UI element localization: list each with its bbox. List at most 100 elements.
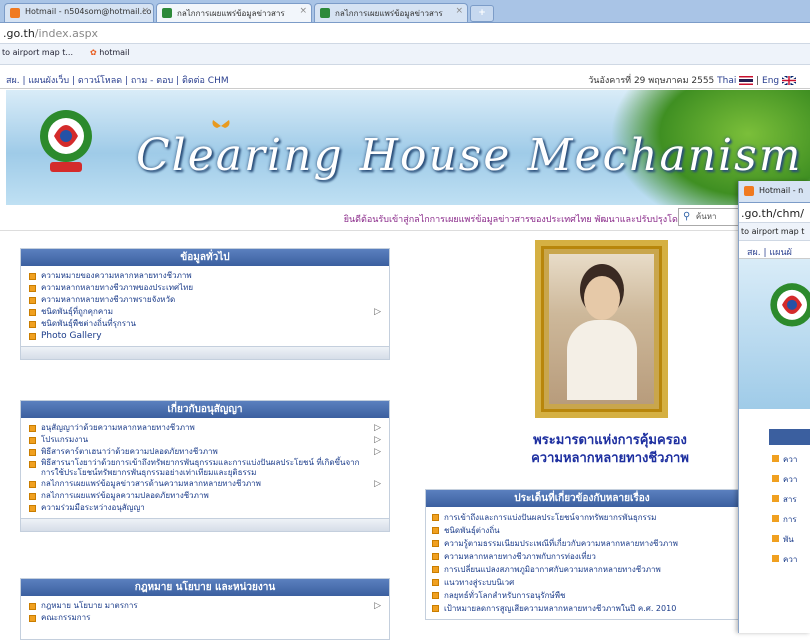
- close-icon[interactable]: ×: [141, 6, 149, 16]
- list-item[interactable]: ความร่วมมือระหว่างอนุสัญญา: [29, 502, 383, 514]
- submenu-arrow-icon[interactable]: ▷: [374, 600, 381, 612]
- portrait-face: [584, 276, 620, 320]
- onep-logo-icon: [770, 283, 810, 327]
- list-item[interactable]: กลยุทธ์ทั่วโลกสำหรับการอนุรักษ์พืช: [432, 589, 732, 602]
- list-item[interactable]: กลไกการเผยแพร่ข้อมูลความปลอดภัยทางชีวภาพ: [29, 490, 383, 502]
- box-title: กฎหมาย นโยบาย และหน่วยงาน: [21, 579, 389, 596]
- favorite-hotmail-label: hotmail: [99, 48, 130, 57]
- list-item[interactable]: ควา: [769, 453, 810, 465]
- list-item[interactable]: ความหลากหลายทางชีวภาพของประเทศไทย: [29, 282, 383, 294]
- list-item-label: การ: [783, 515, 797, 524]
- list-item-label: Photo Gallery: [41, 331, 102, 341]
- box-title: ประเด็นที่เกี่ยวข้องกับหลายเรื่อง: [426, 490, 738, 507]
- list-item[interactable]: สาร: [769, 493, 810, 505]
- new-tab-button[interactable]: +: [470, 5, 494, 22]
- url-text: .go.th/index.aspx: [3, 27, 98, 40]
- second-browser-window[interactable]: Hotmail - n .go.th/chm/ to airport map t…: [738, 181, 810, 633]
- list-item[interactable]: พิธีสารคาร์ตาเฮนาว่าด้วยความปลอดภัยทางชี…: [29, 446, 383, 458]
- royal-portrait[interactable]: [535, 240, 668, 418]
- list-item-label: กลไกการเผยแพร่ข้อมูลความปลอดภัยทางชีวภาพ: [41, 491, 209, 500]
- list-item-label: กฎหมาย นโยบาย มาตรการ: [41, 601, 138, 610]
- top-navigation: สผ. | แผนผังเว็บ | ดาวน์โหลด | ถาม - ตอบ…: [0, 70, 810, 89]
- list-item-label: ความร่วมมือระหว่างอนุสัญญา: [41, 503, 145, 512]
- list-item[interactable]: ความหลากหลายทางชีวภาพกับการท่องเที่ยว: [432, 550, 732, 563]
- list-item[interactable]: ชนิดพันธุ์ที่ถูกคุกคาม ▷: [29, 306, 383, 318]
- submenu-arrow-icon[interactable]: ▷: [374, 306, 381, 318]
- second-window-tab[interactable]: Hotmail - n: [739, 181, 810, 203]
- submenu-arrow-icon[interactable]: ▷: [374, 422, 381, 434]
- site-favicon-icon: [320, 8, 330, 18]
- second-window-nav[interactable]: สผ. | แผนผั: [739, 241, 810, 259]
- portrait-photo: [549, 254, 654, 404]
- banner-title: Clearing House Mechanism: [136, 130, 803, 181]
- welcome-bar: ยินดีต้อนรับเข้าสู่กลไกการเผยแพร่ข้อมูลข…: [0, 206, 780, 231]
- tab-chm-2[interactable]: กลไกการเผยแพร่ข้อมูลข่าวสาร ×: [314, 3, 468, 22]
- list-item[interactable]: พัน: [769, 533, 810, 545]
- uk-flag-icon[interactable]: [781, 75, 797, 86]
- language-english-link[interactable]: Eng: [762, 76, 779, 86]
- second-window-favorite[interactable]: to airport map t: [739, 223, 810, 241]
- caption-line-1: พระมารดาแห่งการคุ้มครอง: [533, 433, 687, 448]
- list-item-label: ควา: [783, 555, 798, 564]
- list-item-label: พิธีสารนาโงยาว่าด้วยการเข้าถึงทรัพยากรพั…: [41, 458, 360, 477]
- portrait-caption[interactable]: พระมารดาแห่งการคุ้มครอง ความหลากหลายทางช…: [490, 432, 730, 468]
- list-item[interactable]: แนวทางสู่ระบบนิเวศ: [432, 576, 732, 589]
- list-item[interactable]: การ: [769, 513, 810, 525]
- tab-label: กลไกการเผยแพร่ข้อมูลข่าวสาร: [177, 9, 285, 18]
- date-and-language: วันอังคารที่ 29 พฤษภาคม 2555 Thai | Eng: [588, 73, 797, 87]
- language-thai-link[interactable]: Thai: [717, 76, 736, 86]
- general-info-box: ข้อมูลทั่วไป ความหมายของความหลากหลายทางช…: [20, 248, 390, 360]
- list-item-label: พัน: [783, 535, 794, 544]
- favorites-bar: to airport map t... ✿ hotmail: [0, 44, 810, 65]
- address-bar[interactable]: .go.th/index.aspx: [0, 23, 810, 44]
- current-date: วันอังคารที่ 29 พฤษภาคม 2555: [588, 76, 715, 86]
- cross-cutting-issues-box: ประเด็นที่เกี่ยวข้องกับหลายเรื่อง การเข้…: [425, 489, 739, 620]
- submenu-arrow-icon[interactable]: ▷: [374, 446, 381, 458]
- close-icon[interactable]: ×: [455, 6, 463, 16]
- list-item-label: สาร: [783, 495, 797, 504]
- list-item[interactable]: ควา: [769, 473, 810, 485]
- list-item[interactable]: คณะกรรมการ: [29, 612, 383, 624]
- site-favicon-icon: [162, 8, 172, 18]
- close-icon[interactable]: ×: [299, 6, 307, 16]
- list-item[interactable]: ความหลากหลายทางชีวภาพรายจังหวัด: [29, 294, 383, 306]
- caption-line-2: ความหลากหลายทางชีวภาพ: [531, 451, 689, 466]
- list-item-label: ความหมายของความหลากหลายทางชีวภาพ: [41, 271, 192, 280]
- list-item[interactable]: อนุสัญญาว่าด้วยความหลากหลายทางชีวภาพ ▷: [29, 422, 383, 434]
- list-item[interactable]: กฎหมาย นโยบาย มาตรการ ▷: [29, 600, 383, 612]
- url-path: /index.aspx: [34, 27, 99, 40]
- second-window-url[interactable]: .go.th/chm/: [739, 203, 810, 223]
- list-item[interactable]: ความรู้ตามธรรมเนียมประเพณีที่เกี่ยวกับคว…: [432, 537, 732, 550]
- favorite-airport-map[interactable]: to airport map t...: [2, 48, 73, 57]
- second-window-tab-label: Hotmail - n: [759, 186, 804, 195]
- search-placeholder: ค้นหา: [695, 212, 717, 221]
- list-item[interactable]: ความหมายของความหลากหลายทางชีวภาพ: [29, 270, 383, 282]
- list-item[interactable]: Photo Gallery: [29, 330, 383, 342]
- list-item[interactable]: ชนิดพันธุ์ต่างถิ่น: [432, 524, 732, 537]
- list-item[interactable]: เป้าหมายลดการสูญเสียความหลากหลายทางชีวภา…: [432, 602, 732, 615]
- list-item[interactable]: ชนิดพันธุ์พืชต่างถิ่นที่รุกราน: [29, 318, 383, 330]
- submenu-arrow-icon[interactable]: ▷: [374, 478, 381, 490]
- list-item[interactable]: ควา: [769, 553, 810, 565]
- list-item-label: ควา: [783, 475, 798, 484]
- onep-logo-icon: [40, 110, 92, 172]
- tab-hotmail[interactable]: Hotmail - n504som@hotmail.co ×: [4, 3, 154, 22]
- box-footer: [21, 518, 389, 531]
- site-banner: Clearing House Mechanism: [6, 90, 810, 205]
- search-icon[interactable]: ⚲: [683, 211, 690, 222]
- submenu-arrow-icon[interactable]: ▷: [374, 434, 381, 446]
- list-item-label: ควา: [783, 455, 798, 464]
- welcome-text: ยินดีต้อนรับเข้าสู่กลไกการเผยแพร่ข้อมูลข…: [343, 215, 692, 225]
- list-item[interactable]: การเข้าถึงและการแบ่งปันผลประโยชน์จากทรัพ…: [432, 511, 732, 524]
- list-item[interactable]: กลไกการเผยแพร่ข้อมูลข่าวสารด้านความหลากห…: [29, 478, 383, 490]
- tab-chm-active[interactable]: กลไกการเผยแพร่ข้อมูลข่าวสาร ×: [156, 3, 312, 22]
- list-item-label: ชนิดพันธุ์พืชต่างถิ่นที่รุกราน: [41, 319, 136, 328]
- law-policy-box: กฎหมาย นโยบาย และหน่วยงาน กฎหมาย นโยบาย …: [20, 578, 390, 640]
- list-item[interactable]: การเปลี่ยนแปลงสภาพภูมิอากาศกับความหลากหล…: [432, 563, 732, 576]
- favorite-hotmail[interactable]: ✿ hotmail: [90, 48, 130, 57]
- list-item[interactable]: โปรแกรมงาน ▷: [29, 434, 383, 446]
- hotmail-favicon-icon: [744, 186, 754, 196]
- thai-flag-icon[interactable]: [739, 76, 754, 85]
- top-nav-links[interactable]: สผ. | แผนผังเว็บ | ดาวน์โหลด | ถาม - ตอบ…: [6, 73, 229, 87]
- list-item[interactable]: พิธีสารนาโงยาว่าด้วยการเข้าถึงทรัพยากรพั…: [29, 458, 383, 478]
